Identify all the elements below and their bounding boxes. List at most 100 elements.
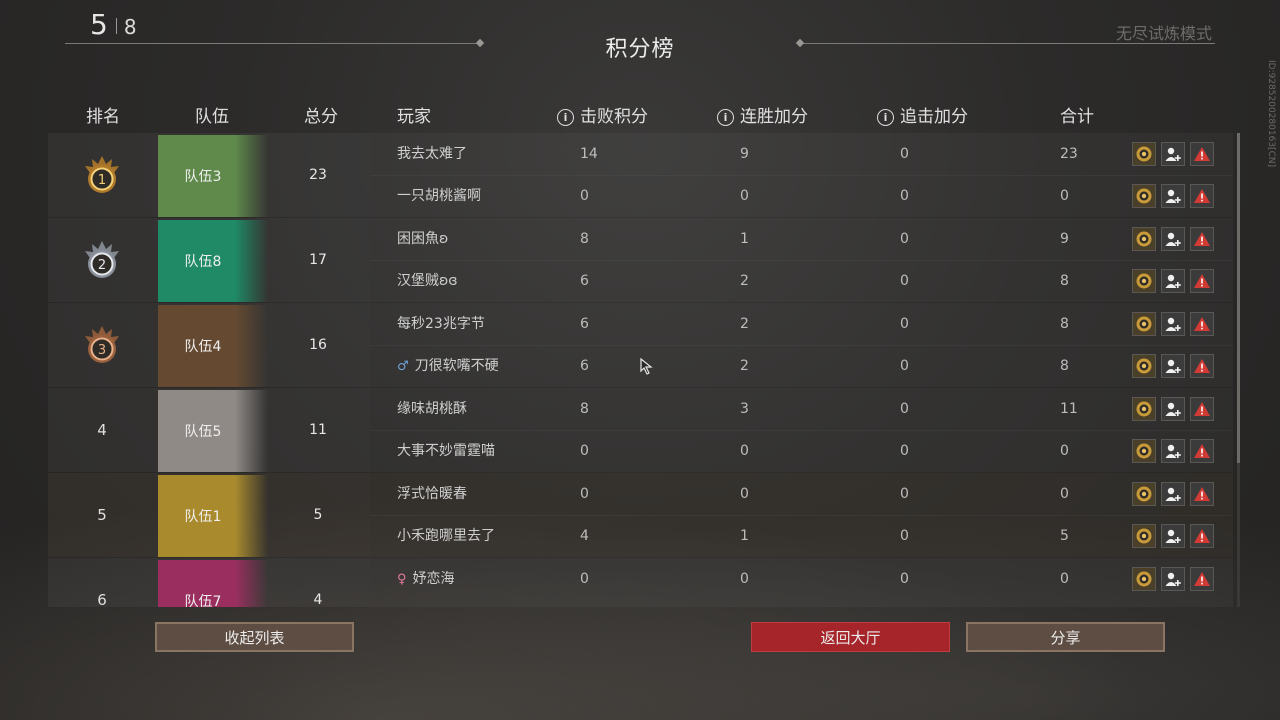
- player-row[interactable]: 汉堡贼ʚɞ 6 2 0 8: [370, 260, 1233, 302]
- player-name[interactable]: 大事不妙雷霆喵: [397, 430, 495, 472]
- info-icon[interactable]: i: [877, 109, 894, 126]
- player-name[interactable]: ♂ 刀很软嘴不硬: [397, 345, 499, 387]
- profile-badge-icon[interactable]: [1132, 439, 1156, 463]
- sum-value: 0: [1060, 443, 1069, 459]
- player-row[interactable]: ♂ 刀很软嘴不硬 6 2 0 8: [370, 345, 1233, 387]
- defeat-value: 6: [580, 316, 589, 332]
- collapse-list-button[interactable]: 收起列表: [155, 622, 354, 652]
- share-button[interactable]: 分享: [966, 622, 1165, 652]
- player-name[interactable]: 浮式恰暖春: [397, 473, 467, 515]
- profile-badge-icon[interactable]: [1132, 524, 1156, 548]
- player-row[interactable]: 困困魚ʚ 8 1 0 9: [370, 218, 1233, 260]
- profile-badge-icon[interactable]: [1132, 567, 1156, 591]
- streak-value: 3: [740, 401, 749, 417]
- player-row[interactable]: 一只胡桃酱啊 0 0 0 0: [370, 175, 1233, 217]
- profile-badge-icon[interactable]: [1132, 227, 1156, 251]
- report-icon[interactable]: [1190, 482, 1214, 506]
- player-name[interactable]: 一只胡桃酱啊: [397, 175, 481, 217]
- player-name-text: 大事不妙雷霆喵: [397, 443, 495, 459]
- player-name[interactable]: 我去太难了: [397, 133, 467, 175]
- player-name-text: 刀很软嘴不硬: [414, 358, 499, 374]
- player-row[interactable]: ♀ 妤恋海 0 0 0 0: [370, 558, 1233, 600]
- player-name-text: 每秒23兆字节: [397, 316, 485, 332]
- team-color-swatch: 队伍4: [158, 305, 268, 387]
- sum-value: 0: [1060, 188, 1069, 204]
- profile-badge-icon[interactable]: [1132, 397, 1156, 421]
- report-icon[interactable]: [1190, 269, 1214, 293]
- team-name: 队伍4: [184, 339, 222, 355]
- rank-number: 5: [97, 506, 107, 524]
- player-row[interactable]: 浮式恰暖春 0 0 0 0: [370, 473, 1233, 515]
- col-chase[interactable]: i 追击加分: [877, 102, 968, 127]
- team-total-score: 16: [309, 337, 327, 353]
- report-icon[interactable]: [1190, 142, 1214, 166]
- player-row[interactable]: 我去太难了 14 9 0 23: [370, 133, 1233, 175]
- profile-badge-icon[interactable]: [1132, 184, 1156, 208]
- report-icon[interactable]: [1190, 354, 1214, 378]
- add-friend-icon[interactable]: [1161, 227, 1185, 251]
- streak-value: 0: [740, 188, 749, 204]
- team-color-swatch: 队伍1: [158, 475, 268, 557]
- add-friend-icon[interactable]: [1161, 184, 1185, 208]
- scrollbar-thumb[interactable]: [1237, 133, 1240, 463]
- report-icon[interactable]: [1190, 312, 1214, 336]
- scrollbar[interactable]: [1237, 133, 1240, 607]
- add-friend-icon[interactable]: [1161, 567, 1185, 591]
- report-icon[interactable]: [1190, 524, 1214, 548]
- back-to-lobby-button[interactable]: 返回大厅: [751, 622, 950, 652]
- profile-badge-icon[interactable]: [1132, 354, 1156, 378]
- col-player: 玩家: [397, 107, 431, 127]
- rank-number: 4: [97, 421, 107, 439]
- player-row[interactable]: 小禾跑哪里去了 4 1 0 5: [370, 515, 1233, 557]
- rank-cell: 1: [48, 133, 156, 217]
- team-name: 队伍7: [184, 594, 222, 607]
- profile-badge-icon[interactable]: [1132, 142, 1156, 166]
- col-streak[interactable]: i 连胜加分: [717, 102, 808, 127]
- player-row[interactable]: 每秒23兆字节 6 2 0 8: [370, 303, 1233, 345]
- add-friend-icon[interactable]: [1161, 524, 1185, 548]
- team-color-swatch: 队伍8: [158, 220, 268, 302]
- info-icon[interactable]: i: [557, 109, 574, 126]
- row-actions: [1132, 397, 1214, 421]
- add-friend-icon[interactable]: [1161, 482, 1185, 506]
- player-row[interactable]: 缘味胡桃酥 8 3 0 11: [370, 388, 1233, 430]
- add-friend-icon[interactable]: [1161, 312, 1185, 336]
- defeat-value: 0: [580, 188, 589, 204]
- col-chase-label: 追击加分: [900, 107, 968, 127]
- report-icon[interactable]: [1190, 567, 1214, 591]
- info-icon[interactable]: i: [717, 109, 734, 126]
- svg-text:3: 3: [98, 343, 106, 358]
- player-name-text: 小禾跑哪里去了: [397, 528, 495, 544]
- gold-rank-emblem-icon: 1: [85, 156, 119, 193]
- chase-value: 0: [900, 316, 909, 332]
- player-name[interactable]: 小禾跑哪里去了: [397, 515, 495, 557]
- col-defeat[interactable]: i 击败积分: [557, 102, 648, 127]
- report-icon[interactable]: [1190, 227, 1214, 251]
- streak-value: 2: [740, 316, 749, 332]
- rank-cell: 3: [48, 303, 156, 387]
- profile-badge-icon[interactable]: [1132, 269, 1156, 293]
- add-friend-icon[interactable]: [1161, 397, 1185, 421]
- rank-cell: 6: [48, 558, 156, 607]
- player-name[interactable]: 缘味胡桃酥: [397, 388, 467, 430]
- rank-cell: 2: [48, 218, 156, 302]
- defeat-value: 14: [580, 146, 598, 162]
- defeat-value: 0: [580, 443, 589, 459]
- player-name[interactable]: 困困魚ʚ: [397, 218, 448, 260]
- report-icon[interactable]: [1190, 397, 1214, 421]
- profile-badge-icon[interactable]: [1132, 482, 1156, 506]
- add-friend-icon[interactable]: [1161, 439, 1185, 463]
- add-friend-icon[interactable]: [1161, 142, 1185, 166]
- col-streak-label: 连胜加分: [740, 107, 808, 127]
- report-icon[interactable]: [1190, 184, 1214, 208]
- profile-badge-icon[interactable]: [1132, 312, 1156, 336]
- row-actions: [1132, 524, 1214, 548]
- row-actions: [1132, 227, 1214, 251]
- add-friend-icon[interactable]: [1161, 269, 1185, 293]
- player-name[interactable]: 每秒23兆字节: [397, 303, 485, 345]
- report-icon[interactable]: [1190, 439, 1214, 463]
- player-name[interactable]: 汉堡贼ʚɞ: [397, 260, 458, 302]
- player-name[interactable]: ♀ 妤恋海: [397, 558, 455, 600]
- add-friend-icon[interactable]: [1161, 354, 1185, 378]
- player-row[interactable]: 大事不妙雷霆喵 0 0 0 0: [370, 430, 1233, 472]
